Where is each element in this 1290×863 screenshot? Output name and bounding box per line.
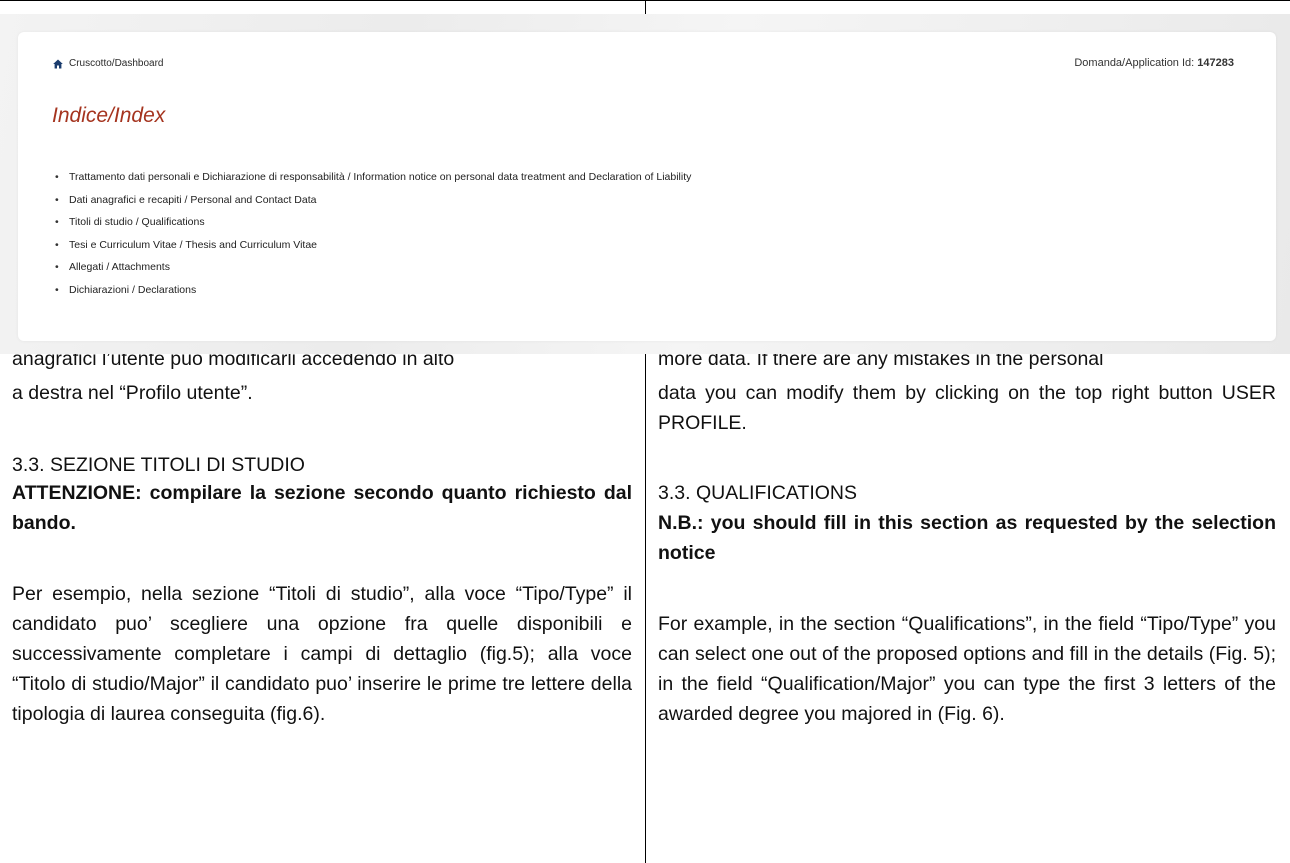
application-id-label: Domanda/Application Id:: [1074, 57, 1195, 69]
breadcrumb-dashboard-link[interactable]: Cruscotto/Dashboard: [69, 58, 164, 69]
right-continued-line2: data you can modify them by clicking on …: [658, 382, 1276, 434]
index-item-thesis-cv[interactable]: Tesi e Curriculum Vitae / Thesis and Cur…: [52, 238, 691, 261]
right-warning: N.B.: you should fill in this section as…: [658, 512, 1276, 564]
index-item-personal-data[interactable]: Dati anagrafici e recapiti / Personal an…: [52, 193, 691, 216]
application-id-value: 147283: [1197, 57, 1234, 69]
index-item-declarations[interactable]: Dichiarazioni / Declarations: [52, 283, 691, 306]
right-section-heading: 3.3. QUALIFICATIONS: [658, 482, 858, 504]
index-item-qualifications[interactable]: Titoli di studio / Qualifications: [52, 215, 691, 238]
index-list: Trattamento dati personali e Dichiarazio…: [52, 170, 691, 305]
right-paragraph: For example, in the section “Qualificati…: [658, 613, 1276, 725]
page-title: Indice/Index: [52, 104, 166, 127]
left-continued-line2: a destra nel “Profilo utente”.: [12, 382, 253, 404]
index-item-attachments[interactable]: Allegati / Attachments: [52, 260, 691, 283]
left-section-heading: 3.3. SEZIONE TITOLI DI STUDIO: [12, 454, 305, 476]
column-divider: [645, 354, 646, 863]
home-icon: [53, 59, 63, 68]
left-warning: ATTENZIONE: compilare la sezione secondo…: [12, 482, 632, 534]
application-id: Domanda/Application Id: 147283: [1074, 57, 1234, 69]
index-item-privacy[interactable]: Trattamento dati personali e Dichiarazio…: [52, 170, 691, 193]
left-paragraph: Per esempio, nella sezione “Titoli di st…: [12, 583, 632, 725]
breadcrumb[interactable]: Cruscotto/Dashboard: [53, 58, 164, 69]
